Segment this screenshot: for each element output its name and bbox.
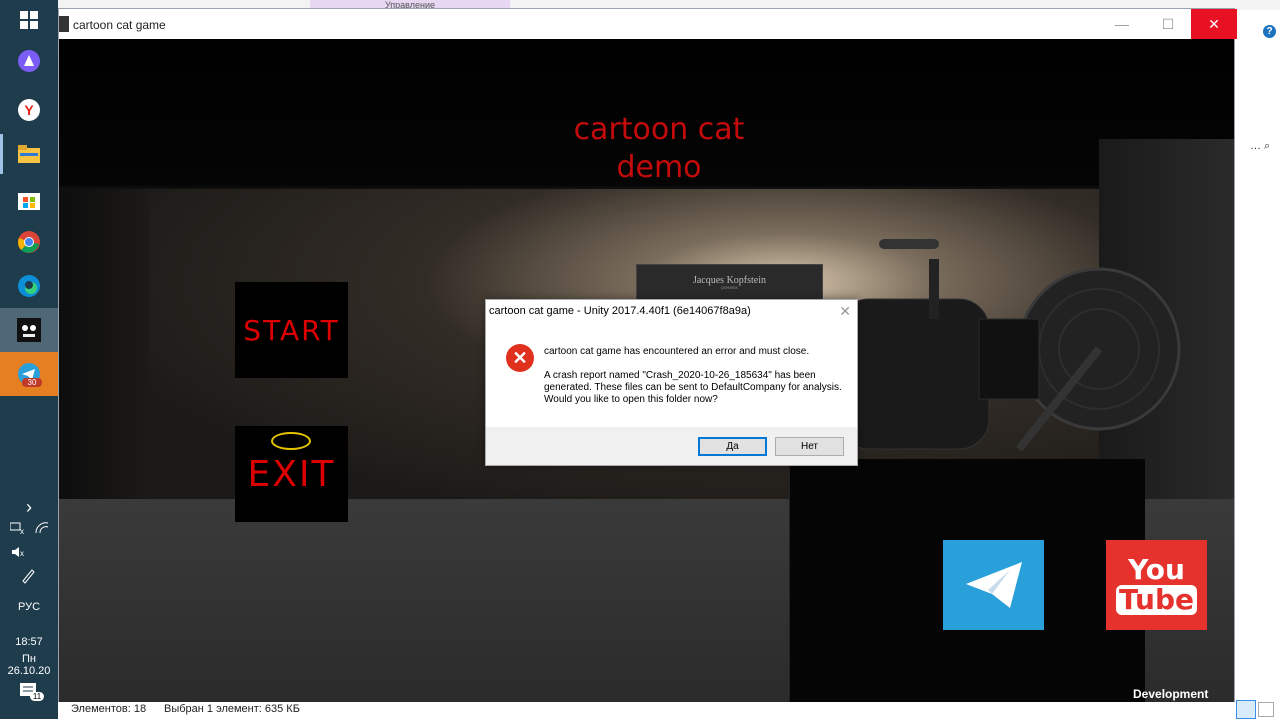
windows-start-icon[interactable] [13,4,45,36]
start-button[interactable]: START [235,282,348,378]
game-title: cartoon cat demo [549,111,769,187]
notification-count: 11 [30,692,44,701]
wifi-icon[interactable] [32,518,52,538]
no-button[interactable]: Нет [775,437,844,456]
status-selected: Выбран 1 элемент: 635 КБ [164,703,300,715]
exit-label: EXIT [247,453,336,495]
network-icon[interactable]: x [8,518,28,538]
close-button[interactable]: ✕ [1191,9,1237,39]
error-icon: ✕ [506,344,534,372]
youtube-label-you: You [1128,553,1185,586]
search-icon[interactable]: … ⌕ [1250,140,1270,153]
chrome-icon[interactable] [13,226,45,258]
svg-text:Y: Y [24,102,34,118]
game-title-line2: demo [616,150,702,185]
taskbar: Y 30 › x x РУС 18:57 Пн 26.10.20 11 [0,0,58,719]
help-icon[interactable]: ? [1263,25,1276,38]
svg-text:x: x [20,527,24,535]
youtube-button[interactable]: You Tube [1106,540,1207,630]
maximize-button[interactable]: ☐ [1145,9,1191,39]
explorer-statusbar: Элементов: 18 Выбран 1 элемент: 635 КБ [58,700,1280,719]
cartoon-cat-game-icon[interactable] [13,314,45,346]
chevron-right-icon[interactable]: › [0,497,58,518]
telegram-plane-icon [965,562,1022,608]
development-build-label: Development Build [1133,687,1209,702]
yes-button[interactable]: Да [698,437,767,456]
dialog-body: ✕ cartoon cat game has encountered an er… [486,326,857,427]
telegram-button[interactable] [943,540,1044,630]
file-explorer-icon[interactable] [13,138,45,170]
dialog-message-primary: cartoon cat game has encountered an erro… [544,346,810,357]
game-app-icon [59,16,69,32]
exit-button[interactable]: EXIT [235,426,348,522]
clock-time[interactable]: 18:57 [0,636,58,648]
game-window-title: cartoon cat game [73,18,166,32]
game-window-titlebar[interactable]: cartoon cat game — ☐ ✕ [59,9,1237,39]
minimize-button[interactable]: — [1099,9,1145,39]
game-title-line1: cartoon cat [573,112,745,147]
telegram-badge: 30 [22,378,42,387]
halo-icon [271,432,311,450]
volume-muted-icon[interactable]: x [8,542,28,562]
dialog-message-secondary: A crash report named "Crash_2020-10-26_1… [544,370,842,405]
taskbar-active-indicator [0,134,3,174]
details-view-icon[interactable] [1236,700,1256,719]
clock-date[interactable]: Пн 26.10.20 [0,653,58,677]
tiles-view-icon[interactable] [1258,702,1274,717]
pen-icon[interactable] [18,566,38,586]
dialog-titlebar[interactable]: cartoon cat game - Unity 2017.4.40f1 (6e… [486,300,857,326]
status-item-count: Элементов: 18 [71,703,147,715]
yandex-browser-icon[interactable]: Y [13,94,45,126]
youtube-label-tube: Tube [1116,585,1197,615]
language-indicator[interactable]: РУС [0,601,58,613]
dialog-title: cartoon cat game - Unity 2017.4.40f1 (6e… [489,305,751,317]
svg-text:x: x [20,549,24,558]
crash-dialog: cartoon cat game - Unity 2017.4.40f1 (6e… [485,299,858,466]
store-icon[interactable] [13,183,45,215]
edge-icon[interactable] [13,270,45,302]
alice-icon[interactable] [13,45,45,77]
dialog-close-icon[interactable]: ✕ [839,303,851,320]
